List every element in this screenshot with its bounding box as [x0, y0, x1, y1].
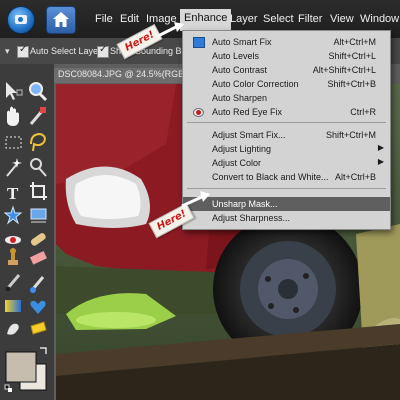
home-button[interactable] — [46, 6, 76, 34]
sponge-tool-icon[interactable] — [30, 321, 47, 335]
shape-tool-icon[interactable] — [30, 300, 46, 314]
app-logo-icon[interactable] — [7, 6, 35, 34]
gradient-tool-icon[interactable] — [5, 300, 21, 312]
menu-auto-smart-fix[interactable]: Auto Smart Fix Alt+Ctrl+M — [183, 35, 390, 49]
menu-edit[interactable]: Edit — [120, 13, 139, 25]
adjust-smart-fix-shortcut: Shift+Ctrl+M — [325, 130, 376, 140]
auto-color-correction-label: Auto Color Correction — [212, 79, 299, 89]
auto-smart-fix-shortcut: Alt+Ctrl+M — [333, 37, 376, 47]
menu-auto-sharpen[interactable]: Auto Sharpen — [183, 91, 390, 105]
auto-levels-shortcut: Shift+Ctrl+L — [328, 51, 376, 61]
home-icon — [53, 12, 69, 27]
type-tool-icon[interactable]: T — [7, 184, 19, 203]
menu-enhance[interactable]: Enhance — [180, 9, 232, 31]
magic-wand-tool-icon[interactable] — [6, 158, 22, 177]
menu-adjust-lighting[interactable]: Adjust Lighting ▶ — [183, 142, 390, 156]
zoom-tool-icon[interactable] — [29, 82, 48, 102]
cookie-cutter-tool-icon[interactable] — [3, 205, 23, 225]
submenu-arrow-icon: ▶ — [377, 157, 384, 166]
annotation-arrow-top — [157, 22, 184, 38]
tool-preset-arrow-icon[interactable]: ▾ — [5, 46, 10, 57]
swap-colors-icon[interactable] — [40, 347, 47, 354]
auto-levels-label: Auto Levels — [212, 51, 260, 61]
hand-tool-icon[interactable] — [7, 106, 19, 127]
brush-tool-icon[interactable] — [5, 274, 21, 292]
red-eye-icon — [193, 108, 204, 117]
auto-smart-fix-label: Auto Smart Fix — [212, 37, 272, 47]
unsharp-mask-label: Unsharp Mask... — [212, 199, 278, 209]
menu-adjust-color[interactable]: Adjust Color ▶ — [183, 156, 390, 170]
eraser-tool-icon[interactable] — [29, 250, 47, 265]
lasso-tool-icon[interactable] — [30, 132, 46, 152]
menu-select[interactable]: Select — [263, 13, 294, 25]
menu-view[interactable]: View — [330, 13, 354, 25]
svg-text:T: T — [7, 184, 19, 203]
menu-separator — [187, 188, 386, 189]
spot-healing-tool-icon[interactable] — [30, 232, 47, 247]
auto-select-layer-checkbox[interactable] — [17, 44, 29, 58]
menu-auto-contrast[interactable]: Auto Contrast Alt+Shift+Ctrl+L — [183, 63, 390, 77]
menu-adjust-sharpness[interactable]: Adjust Sharpness... — [183, 211, 390, 225]
menu-window[interactable]: Window — [360, 13, 399, 25]
move-tool-icon[interactable] — [6, 82, 23, 100]
auto-contrast-shortcut: Alt+Shift+Ctrl+L — [312, 65, 376, 75]
smudge-tool-icon[interactable] — [7, 323, 19, 335]
menu-file[interactable]: File — [95, 13, 113, 25]
default-colors-icon[interactable] — [4, 384, 12, 392]
auto-select-layer-label: Auto Select Layer — [30, 46, 102, 56]
menu-convert-black-white[interactable]: Convert to Black and White... Alt+Ctrl+B — [183, 170, 390, 184]
submenu-arrow-icon: ▶ — [377, 143, 384, 152]
menu-auto-levels[interactable]: Auto Levels Shift+Ctrl+L — [183, 49, 390, 63]
auto-smart-fix-icon — [193, 37, 205, 48]
auto-red-eye-fix-shortcut: Ctrl+R — [350, 107, 376, 117]
menu-separator — [187, 122, 386, 123]
convert-bw-label: Convert to Black and White... — [212, 172, 329, 182]
auto-color-correction-shortcut: Shift+Ctrl+B — [327, 79, 376, 89]
clone-stamp-tool-icon[interactable] — [8, 248, 18, 265]
adjust-sharpness-label: Adjust Sharpness... — [212, 213, 291, 223]
background-color-swatch[interactable] — [5, 351, 47, 391]
convert-bw-shortcut: Alt+Ctrl+B — [334, 172, 376, 182]
toolbox: T — [0, 64, 55, 400]
smart-brush-tool-icon[interactable] — [30, 276, 45, 293]
auto-contrast-label: Auto Contrast — [212, 65, 268, 75]
red-eye-tool-icon[interactable] — [5, 236, 21, 244]
show-bounding-box-checkbox[interactable] — [97, 44, 109, 58]
annotation-arrow-bottom — [181, 191, 210, 208]
enhance-menu: Auto Smart Fix Alt+Ctrl+M Auto Levels Sh… — [182, 30, 391, 230]
menu-filter[interactable]: Filter — [298, 13, 322, 25]
menu-adjust-smart-fix[interactable]: Adjust Smart Fix... Shift+Ctrl+M — [183, 128, 390, 142]
menu-unsharp-mask[interactable]: Unsharp Mask... — [183, 197, 390, 211]
straighten-tool-icon[interactable] — [30, 208, 47, 223]
auto-red-eye-fix-label: Auto Red Eye Fix — [212, 107, 283, 117]
menu-auto-color-correction[interactable]: Auto Color Correction Shift+Ctrl+B — [183, 77, 390, 91]
quick-selection-tool-icon[interactable] — [30, 158, 47, 177]
document-tab[interactable]: DSC08084.JPG @ 24.5%(RGB — [54, 68, 189, 83]
adjust-lighting-label: Adjust Lighting — [212, 144, 272, 154]
auto-sharpen-label: Auto Sharpen — [212, 93, 268, 103]
adjust-smart-fix-label: Adjust Smart Fix... — [212, 130, 286, 140]
menu-auto-red-eye-fix[interactable]: Auto Red Eye Fix Ctrl+R — [183, 105, 390, 119]
menu-layer[interactable]: Layer — [230, 13, 258, 25]
adjust-color-label: Adjust Color — [212, 158, 262, 168]
eyedropper-tool-icon[interactable] — [29, 107, 46, 125]
crop-tool-icon[interactable] — [30, 182, 47, 200]
marquee-tool-icon[interactable] — [5, 136, 22, 149]
